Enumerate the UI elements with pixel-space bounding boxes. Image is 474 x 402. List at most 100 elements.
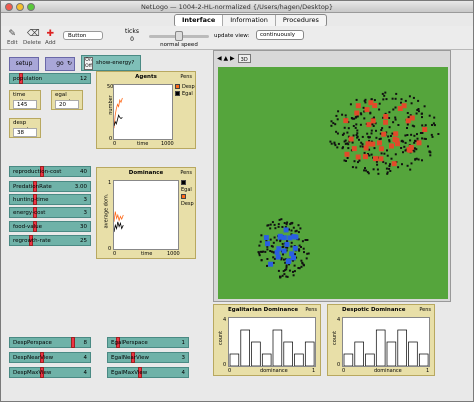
agent-dot <box>400 98 403 101</box>
agent-dot <box>386 149 388 152</box>
view-arrows-icon[interactable]: ◀ ▲ ▶ <box>217 54 235 64</box>
desp-agent <box>363 145 369 151</box>
tab-interface[interactable]: Interface <box>175 15 224 26</box>
view-3d-button[interactable]: 3D <box>237 54 251 63</box>
slider-reproduction-cost[interactable]: reproduction-cost 40 <box>9 166 91 177</box>
agent-dot <box>363 99 366 102</box>
slider-egalnearview[interactable]: EgalNearView 3 <box>107 352 189 363</box>
agent-dot <box>285 266 288 269</box>
agent-dot <box>375 160 378 163</box>
dominance-xlabel: time <box>141 251 153 257</box>
slider-food-value[interactable]: food-value 30 <box>9 221 91 232</box>
slider-handle[interactable] <box>71 337 75 348</box>
desp-agent <box>383 119 389 125</box>
agent-dot <box>353 160 356 163</box>
egal-agent <box>291 234 297 240</box>
slider-egalmaxview[interactable]: EgalMaxView 4 <box>107 367 189 378</box>
slider-despnearview[interactable]: DespNearView 4 <box>9 352 91 363</box>
agent-dot <box>347 147 350 150</box>
speed-slider[interactable]: normal speed <box>149 30 209 50</box>
slider-population[interactable]: population 12 <box>9 73 91 84</box>
desp-agent <box>422 127 428 132</box>
desp-agent <box>378 146 384 152</box>
show-energy-switch[interactable]: On Off show-energy? <box>81 55 141 71</box>
agent-dot <box>372 125 375 127</box>
world-svg <box>257 91 440 279</box>
speed-thumb[interactable] <box>175 31 183 41</box>
go-button[interactable]: go ↻ <box>45 57 75 71</box>
histogram-bar <box>272 329 283 367</box>
histogram-bar <box>354 341 364 367</box>
histogram-bar <box>261 353 272 367</box>
slider-label: EgalPerspace <box>111 340 148 346</box>
slider-energy-cost[interactable]: energy-cost 3 <box>9 207 91 218</box>
histogram-bar <box>375 329 386 367</box>
slider-predationrate[interactable]: PredationRate 3.00 <box>9 181 91 192</box>
agent-dot <box>297 231 300 234</box>
agent-dot <box>277 225 280 228</box>
forever-icon: ↻ <box>66 60 72 67</box>
agent-dot <box>356 115 359 118</box>
agent-dot <box>305 257 308 260</box>
slider-value: 1 <box>181 340 186 346</box>
agent-dot <box>387 135 390 138</box>
agent-dot <box>257 251 260 254</box>
agent-dot <box>354 116 357 119</box>
slider-despperspace[interactable]: DespPerspace 8 <box>9 337 91 348</box>
agent-dot <box>341 113 344 116</box>
edit-button[interactable]: ✎ Edit <box>7 29 18 46</box>
agent-dot <box>343 126 346 129</box>
tab-information[interactable]: Information <box>223 15 276 26</box>
agent-dot <box>303 264 305 267</box>
egal-histogram-area <box>228 317 316 367</box>
speed-label: normal speed <box>160 42 198 48</box>
switch-toggle[interactable]: On Off <box>84 57 93 70</box>
delete-button[interactable]: ⌫ Delete <box>23 29 41 46</box>
slider-regrowth-rate[interactable]: regrowth-rate 25 <box>9 235 91 246</box>
agents-plot-svg <box>113 97 123 129</box>
slider-label: hunting-time <box>13 197 49 203</box>
update-view-select[interactable]: continuously <box>256 30 304 40</box>
zoom-window-icon[interactable] <box>27 3 35 11</box>
agent-dot <box>290 222 293 225</box>
close-window-icon[interactable] <box>5 3 13 11</box>
series-line-desp <box>113 211 124 222</box>
agent-dot <box>367 136 370 139</box>
agent-dot <box>352 134 355 137</box>
egal-dominance-histogram: Egalitarian Dominance Pens count 4 0 0 d… <box>213 304 321 376</box>
agent-dot <box>388 165 391 167</box>
slider-despmaxview[interactable]: DespMaxView 4 <box>9 367 91 378</box>
agent-dot <box>358 138 360 141</box>
widget-type-select[interactable]: Button <box>63 31 103 40</box>
agent-dot <box>397 166 400 169</box>
agent-dot <box>264 250 267 253</box>
agent-dot <box>415 148 418 151</box>
slider-label: energy-cost <box>13 210 46 216</box>
desp-agent <box>343 118 349 124</box>
agent-dot <box>292 274 295 277</box>
add-button[interactable]: ✚ Add <box>45 29 56 46</box>
agent-dot <box>335 114 338 117</box>
histogram-bar <box>386 341 397 367</box>
slider-hunting-time[interactable]: hunting-time 3 <box>9 194 91 205</box>
agent-dot <box>303 251 305 254</box>
agent-dot <box>433 124 436 127</box>
agent-dot <box>294 230 297 233</box>
slider-egalperspace[interactable]: EgalPerspace 1 <box>107 337 189 348</box>
agent-dot <box>410 102 413 105</box>
tab-procedures[interactable]: Procedures <box>276 15 326 26</box>
setup-button[interactable]: setup <box>9 57 39 71</box>
agent-dot <box>394 153 397 156</box>
agent-dot <box>297 267 300 269</box>
minimize-window-icon[interactable] <box>16 3 24 11</box>
agent-dot <box>366 132 369 135</box>
histogram-bar <box>240 329 250 367</box>
agent-dot <box>351 141 354 144</box>
agent-dot <box>307 252 310 255</box>
world-view[interactable] <box>218 67 448 299</box>
agent-dot <box>431 135 434 138</box>
egal-agent <box>281 248 287 254</box>
egal-histogram-svg <box>229 329 315 367</box>
agent-dot <box>410 162 413 165</box>
agent-dot <box>356 136 359 139</box>
